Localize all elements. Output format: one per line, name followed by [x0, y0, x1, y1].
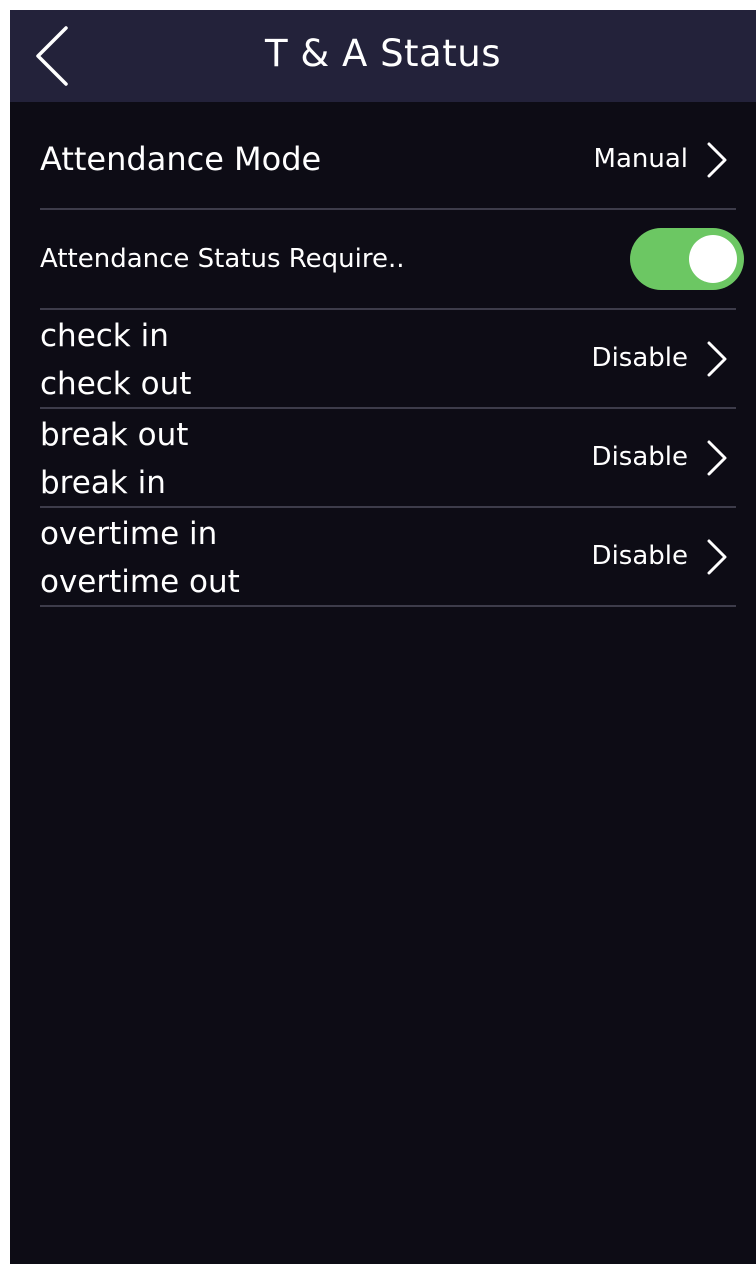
status-required-toggle[interactable] [630, 228, 744, 290]
row-label-line-1: break out [40, 417, 189, 453]
overtime-in-out-row[interactable]: overtime in overtime out Disable [40, 508, 736, 607]
overtime-in-out-label: overtime in overtime out [40, 510, 240, 606]
chevron-right-icon [704, 341, 730, 377]
row-label-line-1: overtime in [40, 516, 218, 552]
page-title: T & A Status [265, 32, 501, 75]
toggle-knob [689, 235, 737, 283]
chevron-right-icon [704, 539, 730, 575]
break-out-in-value: Disable [591, 442, 688, 472]
break-out-in-row[interactable]: break out break in Disable [40, 409, 736, 508]
chevron-right-icon [704, 440, 730, 476]
ta-status-screen: T & A Status Attendance Mode Manual Atte… [10, 10, 756, 1264]
check-in-out-label: check in check out [40, 312, 191, 408]
settings-list: Attendance Mode Manual Attendance Status… [40, 110, 744, 607]
row-label-line-2: overtime out [40, 564, 240, 600]
check-in-out-row[interactable]: check in check out Disable [40, 310, 736, 409]
attendance-mode-value: Manual [593, 144, 688, 174]
status-required-label: Attendance Status Require.. [40, 244, 405, 274]
header-bar: T & A Status [10, 10, 756, 102]
break-out-in-label: break out break in [40, 411, 188, 507]
overtime-in-out-value: Disable [591, 541, 688, 571]
status-required-row: Attendance Status Require.. [40, 210, 744, 310]
row-label-line-1: check in [40, 318, 169, 354]
check-in-out-value: Disable [591, 343, 688, 373]
row-label-line-2: break in [40, 465, 166, 501]
row-label-line-2: check out [40, 366, 192, 402]
attendance-mode-row[interactable]: Attendance Mode Manual [40, 110, 736, 210]
chevron-right-icon [704, 142, 730, 178]
attendance-mode-label: Attendance Mode [40, 140, 322, 178]
